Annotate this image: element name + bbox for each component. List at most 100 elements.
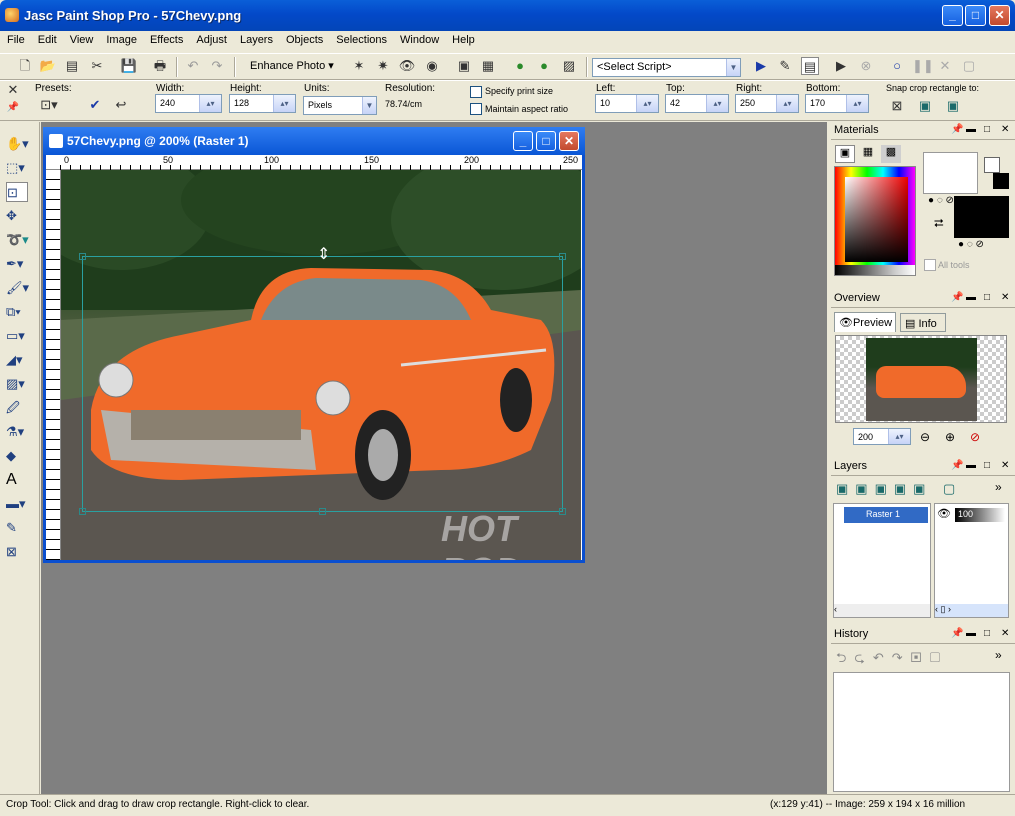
- pattern-tab-icon[interactable]: ▩: [881, 145, 901, 163]
- snap-selection-icon[interactable]: ⊠: [888, 97, 906, 115]
- maximize-icon[interactable]: □: [984, 460, 990, 471]
- pen-icon[interactable]: ✎: [6, 518, 34, 538]
- pin-icon[interactable]: 📌: [951, 628, 963, 639]
- save-icon[interactable]: 💾: [120, 57, 138, 75]
- maximize-icon[interactable]: □: [984, 292, 990, 303]
- properties-scrollbar[interactable]: ‹ ▯ ›: [935, 604, 1008, 617]
- open-icon[interactable]: 📂: [39, 57, 57, 75]
- history-tool-icons[interactable]: ⮌⮎↶↷▣▢: [836, 649, 948, 671]
- close-icon[interactable]: ✕: [1001, 292, 1009, 303]
- apply-checkmark-icon[interactable]: ✔: [86, 96, 104, 114]
- color-field[interactable]: [845, 177, 908, 262]
- noise-icon[interactable]: ◉: [423, 57, 441, 75]
- run-script-icon[interactable]: ▶: [752, 57, 770, 75]
- redo-icon[interactable]: ↷: [208, 57, 226, 75]
- background-swatch[interactable]: [954, 196, 1009, 238]
- photo-canvas[interactable]: HOT ROD ⇕: [61, 170, 581, 560]
- dodge-icon[interactable]: ◢▾: [6, 350, 34, 370]
- reset-icon[interactable]: ↩: [112, 96, 130, 114]
- lasso-icon[interactable]: ➰▾: [6, 230, 34, 250]
- maximize-icon[interactable]: □: [984, 628, 990, 639]
- red-eye-icon[interactable]: 👁: [398, 57, 416, 75]
- layer-tool-icons[interactable]: ▣▣▣▣▣ ▢: [836, 481, 962, 497]
- script-select[interactable]: <Select Script> ▼: [592, 58, 741, 77]
- menu-help[interactable]: Help: [445, 31, 481, 46]
- color-picker[interactable]: [834, 166, 916, 276]
- portrait-icon[interactable]: ▣: [455, 57, 473, 75]
- left-field[interactable]: 10 ▴▾: [595, 94, 659, 113]
- menu-edit[interactable]: Edit: [31, 31, 63, 46]
- gradient-tab-icon[interactable]: ▦: [858, 145, 878, 163]
- fill-icon[interactable]: ⚗▾: [6, 422, 34, 442]
- save-script-icon[interactable]: ▢: [960, 57, 978, 75]
- units-select[interactable]: Pixels ▼: [303, 96, 377, 115]
- shape-icon[interactable]: ▬▾: [6, 494, 34, 514]
- grayscale-strip[interactable]: [835, 265, 915, 275]
- new-icon[interactable]: 🗋: [16, 57, 34, 75]
- minimize-icon[interactable]: ▬: [966, 124, 976, 135]
- crop-rectangle[interactable]: [82, 256, 563, 512]
- script-mode-icon[interactable]: ▤: [801, 57, 819, 75]
- move-icon[interactable]: ✥: [6, 206, 34, 226]
- pause-icon[interactable]: ❚❚: [912, 57, 934, 75]
- eraser-icon[interactable]: ▨▾: [6, 374, 34, 394]
- object-selector-icon[interactable]: ⊠: [6, 542, 34, 562]
- right-field[interactable]: 250 ▴▾: [735, 94, 799, 113]
- print-icon[interactable]: 🖶: [151, 57, 169, 75]
- top-field[interactable]: 42 ▴▾: [665, 94, 729, 113]
- minimize-icon[interactable]: ▬: [966, 628, 976, 639]
- pin-icon[interactable]: 📌: [951, 460, 963, 471]
- menu-image[interactable]: Image: [99, 31, 143, 46]
- smart-fix-icon[interactable]: ✷: [374, 57, 392, 75]
- person2-icon[interactable]: ●: [535, 57, 553, 75]
- close-icon[interactable]: ✕: [1001, 460, 1009, 471]
- one-step-fix-icon[interactable]: ✶: [350, 57, 368, 75]
- landscape-icon[interactable]: ▦: [479, 57, 497, 75]
- fg-style-icons[interactable]: ● ◌ ⊘: [928, 195, 954, 206]
- crop-handle[interactable]: [79, 253, 86, 260]
- zoom-actual-icon[interactable]: ⊘: [970, 430, 980, 444]
- more-icon[interactable]: »: [995, 648, 1002, 662]
- pin-icon[interactable]: 📌: [4, 99, 22, 117]
- text-icon[interactable]: A: [6, 470, 34, 490]
- record-icon[interactable]: ○: [888, 57, 906, 75]
- browse-icon[interactable]: ▤: [63, 57, 81, 75]
- menu-selections[interactable]: Selections: [329, 31, 393, 46]
- menu-objects[interactable]: Objects: [279, 31, 329, 46]
- stop-icon[interactable]: ⊗: [857, 57, 875, 75]
- crop-icon[interactable]: ⊡: [6, 182, 28, 202]
- snap-image-icon[interactable]: ▣: [944, 97, 962, 115]
- visibility-eye-icon[interactable]: 👁: [937, 507, 951, 520]
- maintain-aspect-checkbox[interactable]: [470, 103, 482, 115]
- image-close-button[interactable]: ✕: [559, 131, 579, 151]
- crop-handle[interactable]: [319, 508, 326, 515]
- bottom-field[interactable]: 170 ▴▾: [805, 94, 869, 113]
- undo-icon[interactable]: ↶: [184, 57, 202, 75]
- minimize-icon[interactable]: ▬: [966, 292, 976, 303]
- enhance-photo-button[interactable]: Enhance Photo ▾: [250, 59, 334, 72]
- presets-crop-icon[interactable]: ⊡▾: [40, 96, 58, 114]
- bg-style-icons[interactable]: ● ◌ ⊘: [958, 239, 984, 250]
- zoom-out-icon[interactable]: ⊖: [920, 430, 930, 444]
- menu-adjust[interactable]: Adjust: [189, 31, 233, 46]
- swap-colors-icon[interactable]: ⮂: [934, 216, 944, 231]
- crop-handle[interactable]: [79, 508, 86, 515]
- overview-preview[interactable]: [835, 335, 1007, 423]
- dropper-icon[interactable]: ✒▾: [6, 254, 34, 274]
- menu-effects[interactable]: Effects: [143, 31, 189, 46]
- menu-layers[interactable]: Layers: [233, 31, 279, 46]
- pin-icon[interactable]: 📌: [951, 124, 963, 135]
- hand-icon[interactable]: ✋▾: [6, 134, 34, 154]
- image-maximize-button[interactable]: □: [536, 131, 556, 151]
- airbrush-icon[interactable]: ◆: [6, 446, 34, 466]
- menu-file[interactable]: File: [0, 31, 31, 46]
- run-batch-icon[interactable]: ▶: [832, 57, 850, 75]
- height-field[interactable]: 128 ▴▾: [229, 94, 296, 113]
- pin-icon[interactable]: 📌: [951, 292, 963, 303]
- close-icon[interactable]: ✕: [4, 81, 22, 99]
- menu-view[interactable]: View: [63, 31, 100, 46]
- select-icon[interactable]: ⬚▾: [6, 158, 34, 178]
- tab-preview[interactable]: 👁Preview: [834, 312, 896, 332]
- scratch-icon[interactable]: ▭▾: [6, 326, 34, 346]
- maximize-button[interactable]: □: [965, 5, 986, 26]
